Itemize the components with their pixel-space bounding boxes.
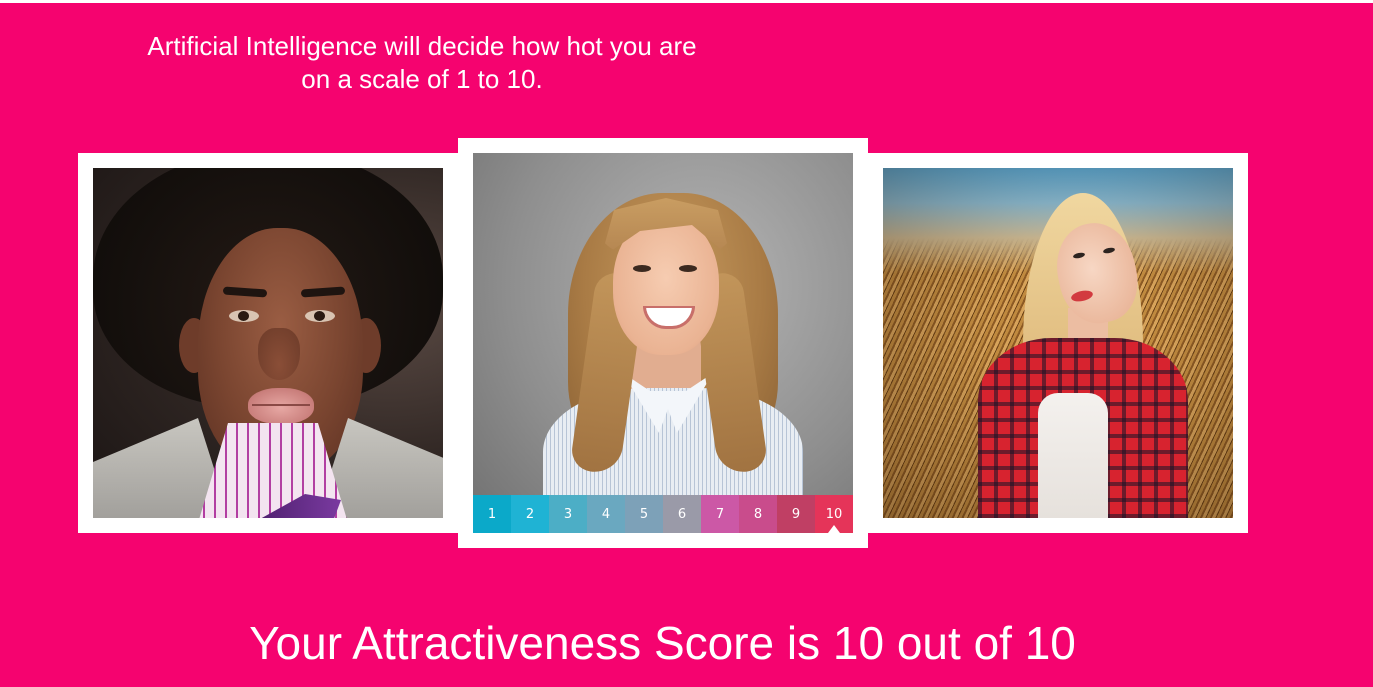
portrait-woman-photo: 1 2 3 4 5 6 7 8 9 10 [473,153,853,533]
score-option-2[interactable]: 2 [511,495,549,533]
photo-card-right[interactable] [868,153,1248,533]
score-scale: 1 2 3 4 5 6 7 8 9 10 [473,495,853,533]
score-option-5[interactable]: 5 [625,495,663,533]
score-option-9[interactable]: 9 [777,495,815,533]
tagline: Artificial Intelligence will decide how … [92,30,752,96]
score-option-7[interactable]: 7 [701,495,739,533]
page-background: Artificial Intelligence will decide how … [0,3,1373,687]
photo-card-left[interactable] [78,153,458,533]
score-option-3[interactable]: 3 [549,495,587,533]
score-option-10[interactable]: 10 [815,495,853,533]
photo-card-center[interactable]: 1 2 3 4 5 6 7 8 9 10 [458,138,868,548]
score-option-6[interactable]: 6 [663,495,701,533]
portrait-woman-hay-photo [883,168,1233,518]
score-option-4[interactable]: 4 [587,495,625,533]
score-result: Your Attractiveness Score is 10 out of 1… [249,617,1076,669]
tagline-line-2: on a scale of 1 to 10. [301,64,543,94]
portrait-man-photo [93,168,443,518]
tagline-line-1: Artificial Intelligence will decide how … [147,31,697,61]
score-option-1[interactable]: 1 [473,495,511,533]
score-option-8[interactable]: 8 [739,495,777,533]
